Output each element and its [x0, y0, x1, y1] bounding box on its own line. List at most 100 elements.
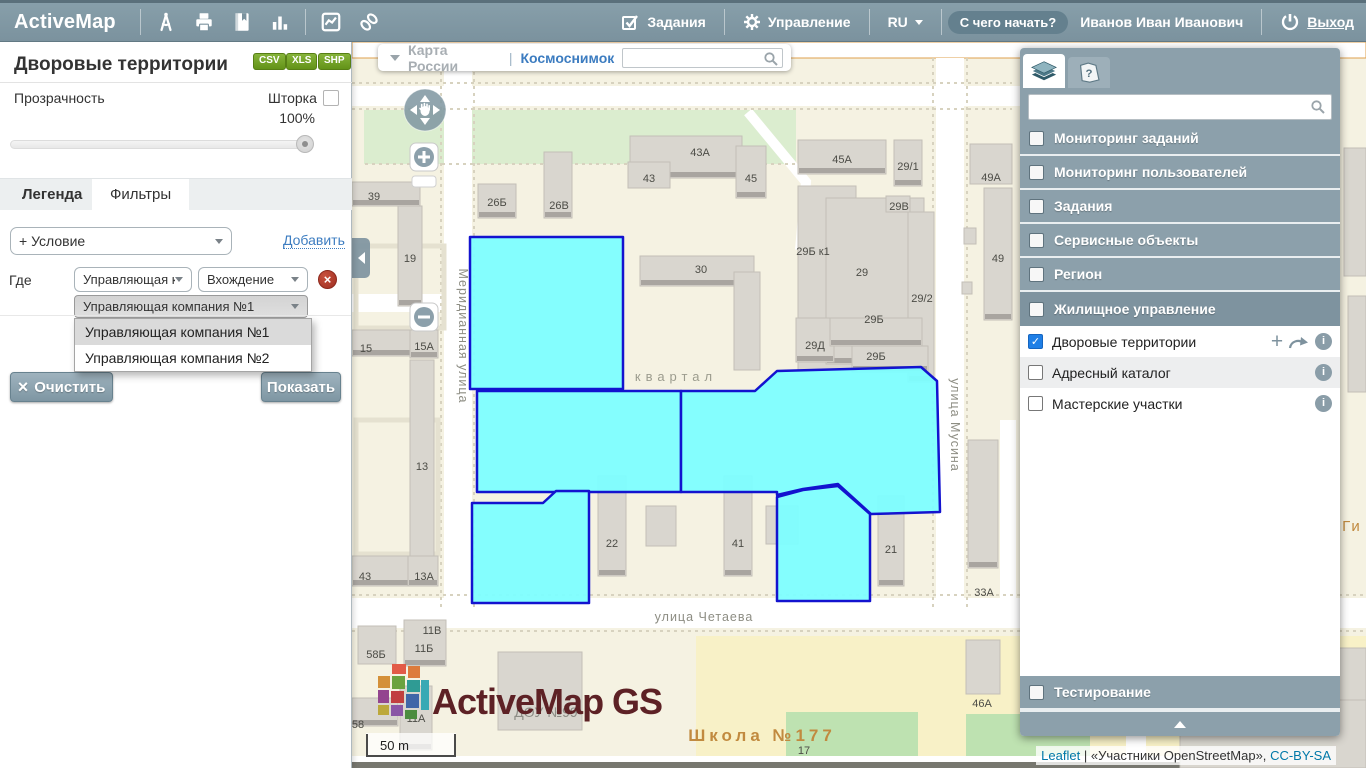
territory-polygon[interactable] [470, 237, 623, 389]
collapse-left-panel-button[interactable] [352, 238, 370, 278]
map-label: квартал [635, 369, 717, 384]
layer-group-service-objects[interactable]: Сервисные объекты [1020, 224, 1340, 258]
measure-icon[interactable] [147, 3, 185, 41]
layers-icon [1029, 59, 1059, 83]
info-icon[interactable]: i [1315, 333, 1332, 350]
layer-group-tasks[interactable]: Задания [1020, 190, 1340, 224]
road [1000, 420, 1016, 600]
logo-text: ActiveMap GS [432, 681, 662, 722]
license-link[interactable]: CC-BY-SA [1270, 748, 1331, 763]
app-logo[interactable]: ActiveMap [0, 11, 134, 34]
layer-group-monitoring-users[interactable]: Мониторинг пользователей [1020, 156, 1340, 190]
stats-icon[interactable] [261, 3, 299, 41]
leaflet-link[interactable]: Leaflet [1041, 748, 1080, 763]
group-checkbox[interactable] [1029, 199, 1044, 214]
map-label: Меридианная улица [456, 268, 470, 403]
group-checkbox[interactable] [1029, 302, 1044, 317]
layer-row-address-catalog[interactable]: Адресный каталог i [1020, 357, 1340, 388]
territory-polygon[interactable] [477, 391, 681, 492]
tab-legend[interactable]: Легенда [4, 179, 100, 211]
logout-button[interactable]: Выход [1268, 12, 1366, 32]
group-checkbox[interactable] [1029, 233, 1044, 248]
basemap-option-russia[interactable]: Карта России [408, 42, 501, 74]
map-building [734, 272, 760, 370]
getting-started-button[interactable]: С чего начать? [948, 11, 1068, 34]
export-csv-button[interactable]: CSV [253, 53, 286, 70]
group-checkbox[interactable] [1029, 267, 1044, 282]
group-checkbox[interactable] [1029, 685, 1044, 700]
map-building [1344, 148, 1366, 276]
add-object-icon[interactable]: + [1267, 333, 1287, 351]
logo-mosaic-cell [405, 710, 417, 719]
map-label: 43А [690, 147, 710, 159]
layer-row-yard-territories[interactable]: ✓ Дворовые территории + i [1020, 326, 1340, 357]
power-icon [1280, 12, 1300, 32]
tab-layers[interactable] [1023, 54, 1065, 88]
export-xls-button[interactable]: XLS [286, 53, 317, 70]
clear-button[interactable]: × Очистить [10, 372, 113, 402]
shutter-checkbox[interactable] [323, 90, 339, 106]
zoom-in-button[interactable] [410, 143, 438, 171]
layer-group-housing[interactable]: Жилищное управление [1020, 292, 1340, 326]
opacity-value: 100% [279, 110, 315, 126]
group-checkbox[interactable] [1029, 165, 1044, 180]
reference-icon[interactable] [223, 3, 261, 41]
layer-group-testing[interactable]: Тестирование [1020, 676, 1340, 710]
layer-row-workshop-areas[interactable]: Мастерские участки i [1020, 388, 1340, 419]
layer-checkbox[interactable] [1028, 396, 1043, 411]
topbar-separator [724, 9, 725, 35]
export-shp-button[interactable]: SHP [318, 53, 351, 70]
opacity-slider[interactable] [10, 140, 312, 149]
map-scale-bar: 50 m [366, 733, 456, 757]
layer-group-region[interactable]: Регион [1020, 258, 1340, 292]
map-search-input[interactable] [622, 48, 783, 68]
pan-control[interactable] [404, 89, 446, 131]
chevron-up-icon [1174, 721, 1186, 728]
layer-checkbox-checked[interactable]: ✓ [1028, 334, 1043, 349]
filters-tab-content: + Условие Добавить Где Управляющая к Вхо… [0, 210, 351, 768]
chevron-down-icon [291, 277, 299, 282]
logo-mosaic-cell [406, 694, 419, 708]
share-arrow-icon[interactable] [1287, 334, 1309, 350]
opacity-slider-handle[interactable] [296, 135, 314, 153]
print-icon[interactable] [185, 3, 223, 41]
field-select[interactable]: Управляющая к [74, 267, 192, 292]
map-label: 17 [798, 745, 810, 757]
language-selector[interactable]: RU [876, 14, 935, 30]
tasks-menu-item[interactable]: Задания [609, 13, 717, 32]
add-condition-link[interactable]: Добавить [283, 232, 345, 249]
divider [0, 315, 351, 316]
dropdown-option[interactable]: Управляющая компания №2 [75, 345, 311, 371]
layers-search-input[interactable] [1028, 94, 1332, 120]
map-label: 21 [885, 544, 897, 556]
zoom-out-button[interactable] [410, 303, 438, 331]
tab-map-legend[interactable]: ? [1068, 57, 1110, 88]
zoom-slider[interactable] [412, 176, 436, 187]
link-icon[interactable] [350, 3, 388, 41]
management-menu-item[interactable]: Управление [731, 13, 863, 31]
map-label: улица Четаева [655, 610, 754, 624]
layer-group-monitoring-tasks[interactable]: Мониторинг заданий [1020, 122, 1340, 156]
dropdown-option[interactable]: Управляющая компания №1 [75, 319, 311, 345]
logo-mosaic-cell [392, 676, 405, 689]
monitoring-icon[interactable] [312, 3, 350, 41]
layer-checkbox[interactable] [1028, 365, 1043, 380]
territory-polygon[interactable] [777, 486, 870, 601]
map-label: улица Мусина [948, 378, 962, 472]
territory-polygon[interactable] [472, 491, 589, 603]
collapse-panel-button[interactable] [1020, 710, 1340, 736]
info-icon[interactable]: i [1315, 395, 1332, 412]
map-label: Ги [1342, 518, 1362, 535]
tab-filters[interactable]: Фильтры [92, 179, 189, 213]
operator-select[interactable]: Вхождение [198, 267, 308, 292]
show-button[interactable]: Показать [261, 372, 341, 402]
basemap-option-satellite[interactable]: Космоснимок [520, 50, 614, 66]
info-icon[interactable]: i [1315, 364, 1332, 381]
condition-select[interactable]: + Условие [10, 227, 232, 255]
chevron-down-icon[interactable] [390, 55, 400, 61]
delete-condition-button[interactable]: × [318, 270, 337, 289]
attribution-separator: | [1084, 748, 1087, 763]
map-building [964, 228, 976, 244]
map-label: 29Д [805, 340, 825, 352]
group-checkbox[interactable] [1029, 131, 1044, 146]
